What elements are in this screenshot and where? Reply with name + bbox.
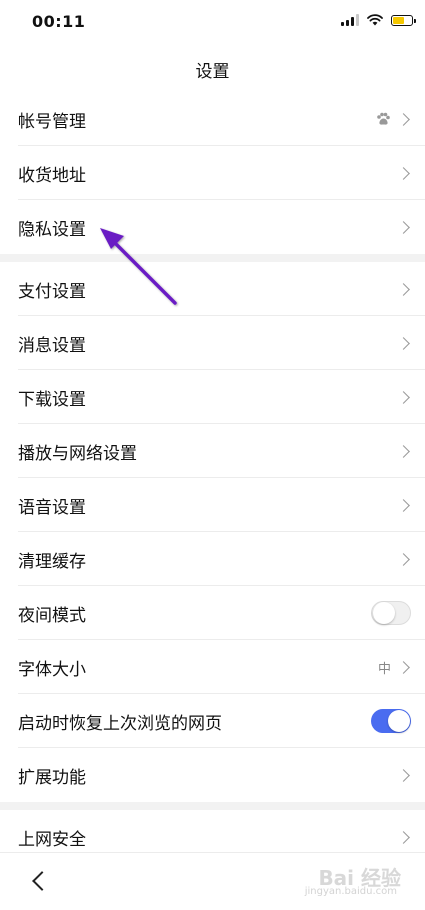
paw-icon xyxy=(377,112,390,125)
section-divider xyxy=(0,802,425,810)
chevron-right-icon xyxy=(397,282,410,296)
battery-level xyxy=(393,16,404,24)
setting-account[interactable]: 帐号管理 xyxy=(0,92,425,146)
setting-restore-pages: 启动时恢复上次浏览的网页 xyxy=(0,694,425,748)
setting-voice[interactable]: 语音设置 xyxy=(0,478,425,532)
setting-label: 帐号管理 xyxy=(18,111,86,132)
setting-messages[interactable]: 消息设置 xyxy=(0,316,425,370)
setting-label: 播放与网络设置 xyxy=(18,443,137,464)
font-size-value: 中 xyxy=(377,661,391,677)
setting-night-mode: 夜间模式 xyxy=(0,586,425,640)
night-mode-toggle[interactable] xyxy=(371,601,411,625)
back-button[interactable] xyxy=(28,867,52,895)
battery-icon xyxy=(391,14,416,26)
setting-label: 收货地址 xyxy=(18,165,86,186)
setting-address[interactable]: 收货地址 xyxy=(0,146,425,200)
setting-payment[interactable]: 支付设置 xyxy=(0,262,425,316)
status-icons xyxy=(341,14,416,26)
chevron-right-icon xyxy=(397,552,410,566)
settings-screen: 00:11 设置 帐号管理 收货地址 隐私设置 支付设置 消息设置 下载设置 播… xyxy=(0,0,425,910)
setting-label: 字体大小 xyxy=(18,659,86,680)
setting-privacy[interactable]: 隐私设置 xyxy=(0,200,425,254)
setting-label: 扩展功能 xyxy=(18,767,86,788)
setting-label: 上网安全 xyxy=(18,829,86,850)
settings-list: 帐号管理 收货地址 隐私设置 支付设置 消息设置 下载设置 播放与网络设置 语音… xyxy=(0,92,425,864)
back-arrow-icon xyxy=(32,871,52,891)
setting-extensions[interactable]: 扩展功能 xyxy=(0,748,425,802)
setting-clear-cache[interactable]: 清理缓存 xyxy=(0,532,425,586)
setting-label: 清理缓存 xyxy=(18,551,86,572)
chevron-right-icon xyxy=(397,220,410,234)
chevron-right-icon xyxy=(397,166,410,180)
page-title: 设置 xyxy=(195,61,230,82)
section-divider xyxy=(0,254,425,262)
status-bar: 00:11 xyxy=(0,0,425,46)
chevron-right-icon xyxy=(397,768,410,782)
chevron-right-icon xyxy=(397,390,410,404)
setting-font-size[interactable]: 字体大小 中 xyxy=(0,640,425,694)
setting-label: 夜间模式 xyxy=(18,605,86,626)
setting-label: 消息设置 xyxy=(18,335,86,356)
setting-label: 语音设置 xyxy=(18,497,86,518)
restore-pages-toggle[interactable] xyxy=(371,709,411,733)
chevron-right-icon xyxy=(397,444,410,458)
signal-icon xyxy=(341,14,359,26)
chevron-right-icon xyxy=(397,498,410,512)
chevron-right-icon xyxy=(397,112,410,126)
status-time: 00:11 xyxy=(32,12,86,31)
chevron-right-icon xyxy=(397,660,410,674)
setting-label: 隐私设置 xyxy=(18,219,86,240)
setting-label: 支付设置 xyxy=(18,281,86,302)
chevron-right-icon xyxy=(397,830,410,844)
watermark-url: jingyan.baidu.com xyxy=(304,886,397,897)
chevron-right-icon xyxy=(397,336,410,350)
setting-label: 启动时恢复上次浏览的网页 xyxy=(18,713,222,734)
wifi-icon xyxy=(367,14,383,26)
setting-playback-network[interactable]: 播放与网络设置 xyxy=(0,424,425,478)
setting-label: 下载设置 xyxy=(18,389,86,410)
setting-download[interactable]: 下载设置 xyxy=(0,370,425,424)
